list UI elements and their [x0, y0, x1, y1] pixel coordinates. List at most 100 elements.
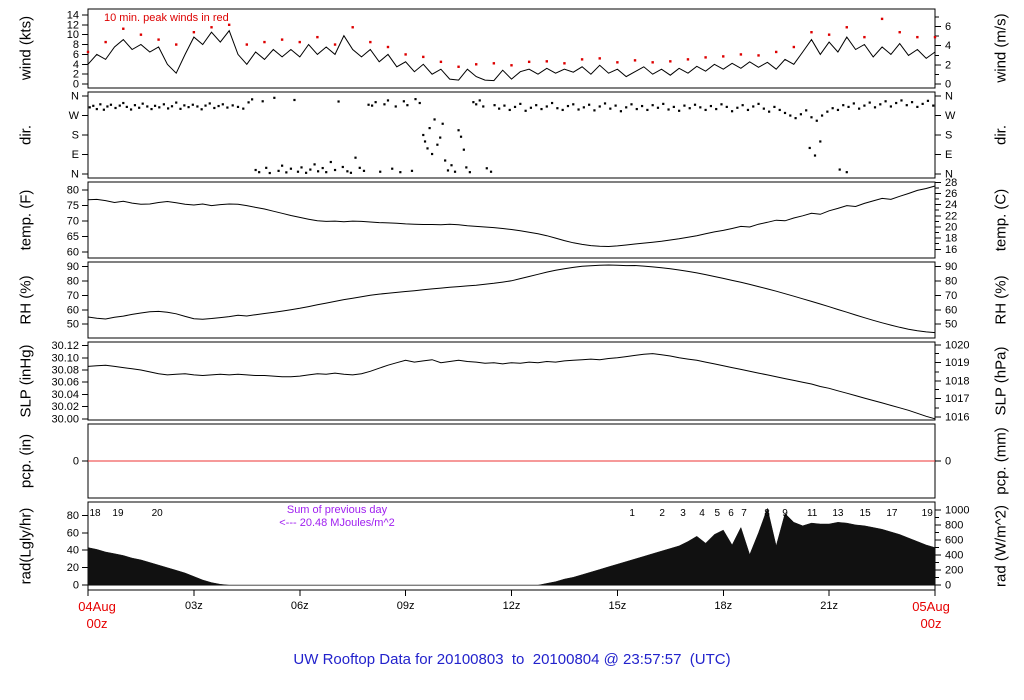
dir-scatter-dot	[191, 103, 194, 106]
dir-scatter-dot	[118, 104, 121, 107]
page-title: UW Rooftop Data for 20100803 to 20100804…	[293, 651, 731, 668]
dir-left-tick: W	[69, 110, 80, 122]
rh-right-tick: 60	[945, 304, 957, 316]
dir-scatter-dot	[370, 104, 374, 107]
dir-scatter-dot	[720, 103, 723, 106]
rh-left-tick: 60	[67, 304, 79, 316]
wind-peak-dot	[898, 31, 901, 34]
dir-scatter-dot	[508, 108, 511, 112]
wind-peak-dot	[157, 38, 160, 41]
rh-right-tick: 50	[945, 319, 957, 331]
dir-scatter-dot	[277, 169, 280, 172]
dir-scatter-dot	[667, 108, 670, 111]
dir-scatter-dot	[122, 101, 125, 105]
wind-peak-dot	[933, 35, 937, 39]
dir-scatter-dot	[910, 101, 914, 104]
dir-scatter-dot	[863, 104, 866, 107]
dir-scatter-dot	[540, 107, 543, 111]
dir-scatter-dot	[399, 171, 402, 174]
slp-series-line	[87, 353, 936, 420]
dir-scatter-dot	[566, 104, 570, 108]
dir-scatter-dot	[468, 171, 471, 174]
dir-scatter-dot	[273, 96, 276, 99]
dir-scatter-dot	[426, 147, 429, 150]
local-hour-label: 19	[922, 508, 934, 519]
dir-scatter-dot	[88, 106, 91, 109]
dir-scatter-dot	[446, 169, 450, 172]
dir-scatter-dot	[231, 104, 234, 107]
slp-right-tick: 1017	[945, 393, 969, 405]
local-hour-label: 7	[741, 508, 747, 519]
rad-left-tick: 40	[67, 545, 79, 557]
dir-scatter-dot	[226, 106, 229, 109]
wind-peak-dot	[757, 54, 760, 57]
dir-scatter-dot	[598, 105, 601, 108]
dir-right-tick: S	[945, 130, 952, 142]
dir-scatter-dot	[489, 170, 493, 173]
temp-left-tick: 60	[67, 246, 79, 258]
dir-scatter-dot	[826, 110, 829, 113]
dir-scatter-dot	[651, 104, 654, 107]
dir-scatter-dot	[699, 106, 702, 109]
temp-left-tick: 80	[67, 184, 79, 196]
start-date-line1: 04Aug	[78, 599, 116, 614]
dir-scatter-dot	[309, 168, 312, 171]
dir-scatter-dot	[472, 101, 475, 104]
dir-scatter-dot	[884, 100, 887, 103]
dir-scatter-dot	[354, 156, 357, 159]
wind-peak-dot	[633, 59, 637, 62]
x-axis-tick-label: 21z	[820, 600, 838, 612]
dir-left-tick: N	[71, 91, 79, 103]
wind-peak-dot	[139, 33, 143, 36]
dir-scatter-dot	[281, 164, 284, 167]
wind-peak-dot	[616, 61, 619, 64]
dir-scatter-dot	[102, 108, 105, 111]
dir-left-tick: S	[72, 130, 79, 142]
rad-left-tick: 20	[67, 562, 79, 574]
slp-left-axis-label: SLP (inHg)	[17, 344, 35, 418]
local-hour-label: 6	[728, 508, 734, 519]
dir-scatter-dot	[242, 107, 245, 110]
dir-scatter-dot	[625, 106, 628, 109]
dir-scatter-dot	[819, 140, 822, 143]
dir-scatter-dot	[208, 102, 211, 105]
rad-right-axis-label: rad (W/m^2)	[992, 504, 1010, 588]
wind-right-tick: 4	[945, 40, 951, 52]
dir-scatter-dot	[258, 171, 261, 174]
dir-scatter-dot	[293, 98, 296, 102]
slp-right-axis-label: SLP (hPa)	[992, 346, 1010, 416]
dir-scatter-dot	[196, 105, 199, 108]
dir-scatter-dot	[251, 98, 254, 101]
dir-scatter-dot	[619, 110, 623, 113]
slp-right-tick: 1020	[945, 340, 969, 352]
dir-scatter-dot	[129, 108, 133, 111]
slp-right-tick: 1019	[945, 357, 969, 369]
wind-peak-dot	[298, 40, 301, 44]
dir-right-tick: E	[945, 149, 952, 161]
dir-scatter-dot	[313, 163, 316, 166]
rh-left-tick: 80	[67, 275, 79, 287]
dir-scatter-dot	[346, 170, 349, 173]
dir-scatter-dot	[170, 105, 174, 108]
rh-left-axis-label: RH (%)	[17, 275, 35, 325]
dir-scatter-dot	[213, 106, 216, 110]
dir-scatter-dot	[746, 108, 750, 112]
slp-left-tick: 30.06	[51, 377, 79, 389]
rh-right-tick: 80	[945, 275, 957, 287]
dir-scatter-dot	[410, 169, 414, 172]
dir-scatter-dot	[757, 102, 760, 105]
temp-right-tick: 28	[945, 177, 957, 189]
temp-left-axis-label: temp. (F)	[17, 189, 35, 251]
slp-left-tick: 30.04	[51, 389, 79, 401]
dir-scatter-dot	[519, 102, 522, 105]
dir-scatter-dot	[813, 154, 817, 157]
dir-scatter-dot	[768, 110, 771, 113]
dir-scatter-dot	[630, 103, 633, 106]
x-axis-tick-label: 12z	[503, 600, 521, 612]
dir-scatter-dot	[656, 106, 660, 109]
dir-scatter-dot	[535, 104, 538, 107]
dir-scatter-dot	[329, 160, 332, 164]
dir-scatter-dot	[752, 105, 755, 108]
x-axis-start-date: 04Aug 00z	[78, 598, 116, 632]
wind-peak-dot	[351, 26, 354, 29]
